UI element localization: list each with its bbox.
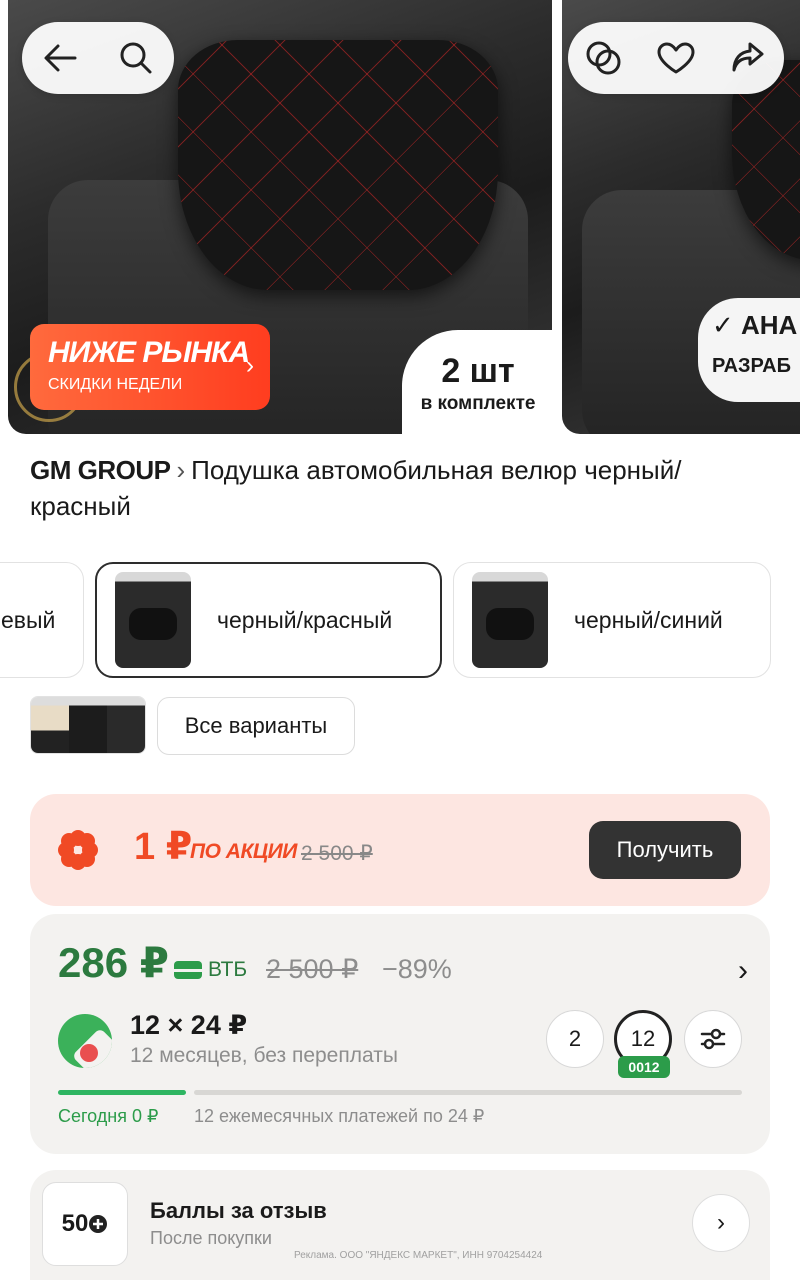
variant-option[interactable]: евый [0,562,84,678]
actions-pill [568,22,784,94]
mini-thumb [107,697,145,753]
next-badge-line2: РАЗРАБ [712,355,791,377]
installment-amount: 12 × 24 ₽ [130,1010,248,1040]
progress-today [58,1090,186,1095]
variant-label: черный/синий [574,606,723,633]
variant-option[interactable]: черный/синий [453,562,771,678]
progress-remaining [194,1090,742,1095]
mini-thumb [69,697,107,753]
points-value: 50 [61,1210,89,1237]
bank-badge: ВТБ [174,958,247,982]
installment-chip: 0012 [618,1056,670,1078]
chevron-right-icon: › [176,455,186,485]
all-variants-button[interactable]: Все варианты [157,697,355,755]
share-icon[interactable] [720,30,776,86]
chevron-right-icon: › [246,352,254,379]
points-badge: 50 [42,1182,128,1266]
next-badge-line1: ✓ АНА [712,310,798,340]
bank-name: ВТБ [208,958,248,981]
variant-thumbnail [472,572,548,668]
plus-coin-icon [89,1215,108,1233]
product-title-block: GM GROUP › Подушка автомобильная велюр чер… [30,452,770,524]
split-logo-icon [58,1014,112,1068]
discount-percent: −89% [382,954,452,984]
review-points-card[interactable]: 50 Баллы за отзыв После покупки › [30,1170,770,1280]
promo-price: 1 ₽ [134,826,193,868]
promo-flower-icon [58,830,98,870]
set-subtitle: в комплекте [420,393,536,414]
variant-thumbnail [115,572,191,668]
chevron-right-icon[interactable]: › [738,954,748,988]
variant-option-selected[interactable]: черный/красный [95,562,442,678]
monthly-payments: 12 ежемесячных платежей по 24 ₽ [194,1106,485,1126]
ad-notice: Реклама. ООО "ЯНДЕКС МАРКЕТ", ИНН 970425… [294,1250,543,1261]
heart-icon[interactable] [648,30,704,86]
next-photo-badge: ✓ АНА РАЗРАБ [698,298,800,402]
pillow-image [178,40,498,290]
variant-label: черный/красный [217,606,393,633]
chevron-right-icon[interactable]: › [692,1194,750,1252]
mini-thumb [31,697,69,753]
current-price: 286 ₽ [58,939,169,986]
card-icon [174,961,202,979]
product-gallery[interactable]: НИЖЕ РЫНКА СКИДКИ НЕДЕЛИ › 2 шт в компле… [0,0,800,434]
today-payment: Сегодня 0 ₽ [58,1106,159,1126]
nav-pill [22,22,174,94]
points-title: Баллы за отзыв [150,1198,327,1223]
get-promo-button[interactable]: Получить [589,821,741,879]
set-count-badge: 2 шт в комплекте [402,330,554,434]
promo-badge-subtitle: СКИДКИ НЕДЕЛИ [48,376,183,393]
promo-old-price: 2 500 ₽ [301,842,373,865]
brand-link[interactable]: GM GROUP [30,455,171,485]
promo-badge[interactable]: НИЖЕ РЫНКА СКИДКИ НЕДЕЛИ › [30,324,270,410]
promo-badge-title: НИЖЕ РЫНКА [48,336,250,369]
points-subtitle: После покупки [150,1228,272,1248]
search-icon[interactable] [108,30,164,86]
variant-label: евый [1,606,56,633]
promo-price-card: 1 ₽ ПО АКЦИИ 2 500 ₽ Получить [30,794,770,906]
old-price: 2 500 ₽ [266,954,359,984]
set-count: 2 шт [441,352,515,390]
price-card[interactable]: 286 ₽ ВТБ 2 500 ₽ −89% › 12 × 24 ₽ 12 ме… [30,914,770,1154]
filter-settings-icon[interactable] [684,1010,742,1068]
installment-option-2[interactable]: 2 [546,1010,604,1068]
installment-description: 12 месяцев, без переплаты [130,1044,398,1067]
variant-mini-thumbnails[interactable] [30,696,146,754]
back-arrow-icon[interactable] [32,30,88,86]
promo-tag: ПО АКЦИИ [190,840,297,863]
compare-icon[interactable] [576,30,632,86]
